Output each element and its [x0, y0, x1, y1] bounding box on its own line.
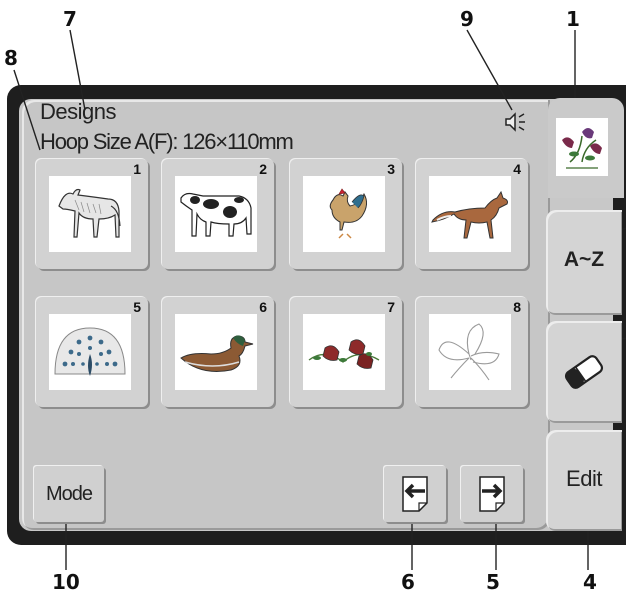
rooster-design-icon: [303, 176, 385, 252]
speaker-icon[interactable]: [503, 111, 527, 133]
previous-page-button[interactable]: [384, 466, 446, 522]
design-button-7[interactable]: 7: [290, 297, 402, 407]
design-button-3[interactable]: 3: [290, 159, 402, 269]
eraser-icon: [564, 355, 604, 389]
design-number: 1: [133, 161, 141, 177]
callout-1: 1: [566, 7, 580, 31]
design-button-1[interactable]: 1: [36, 159, 148, 269]
tab-edit-label: Edit: [566, 466, 602, 491]
callout-6: 6: [401, 570, 415, 594]
callout-4: 4: [583, 570, 597, 594]
fox-design-icon: [429, 176, 511, 252]
horse-design-icon: [49, 176, 131, 252]
design-number: 7: [387, 299, 395, 315]
butterfly-design-icon: [429, 314, 511, 390]
design-button-4[interactable]: 4: [416, 159, 528, 269]
page-back-arrow-icon: [402, 476, 428, 512]
tab-edit[interactable]: Edit: [546, 430, 622, 531]
hoop-size-label: Hoop Size A(F): 126×110mm: [40, 129, 294, 154]
design-number: 3: [387, 161, 395, 177]
design-button-5[interactable]: 5: [36, 297, 148, 407]
duck-design-icon: [175, 314, 257, 390]
callout-10: 10: [52, 570, 80, 594]
callout-7: 7: [63, 7, 77, 31]
design-number: 8: [513, 299, 521, 315]
peacock-design-icon: [49, 314, 131, 390]
design-button-8[interactable]: 8: [416, 297, 528, 407]
page-forward-arrow-icon: [479, 476, 505, 512]
tab-designs[interactable]: [548, 98, 624, 198]
design-button-6[interactable]: 6: [162, 297, 274, 407]
design-number: 4: [513, 161, 521, 177]
bells-design-icon: [303, 314, 385, 390]
cow-design-icon: [175, 176, 257, 252]
screen-title: Designs: [40, 99, 116, 124]
tab-erase[interactable]: [546, 321, 622, 423]
design-button-2[interactable]: 2: [162, 159, 274, 269]
callout-8: 8: [4, 46, 18, 70]
design-number: 6: [259, 299, 267, 315]
design-number: 5: [133, 299, 141, 315]
callout-5: 5: [486, 570, 500, 594]
mode-button[interactable]: Mode: [34, 466, 104, 522]
tab-alphabet-label: A~Z: [563, 248, 605, 271]
tab-alphabet[interactable]: A~Z: [546, 210, 622, 315]
callout-9: 9: [460, 7, 474, 31]
design-number: 2: [259, 161, 267, 177]
next-page-button[interactable]: [461, 466, 523, 522]
floral-design-icon: [556, 118, 608, 176]
